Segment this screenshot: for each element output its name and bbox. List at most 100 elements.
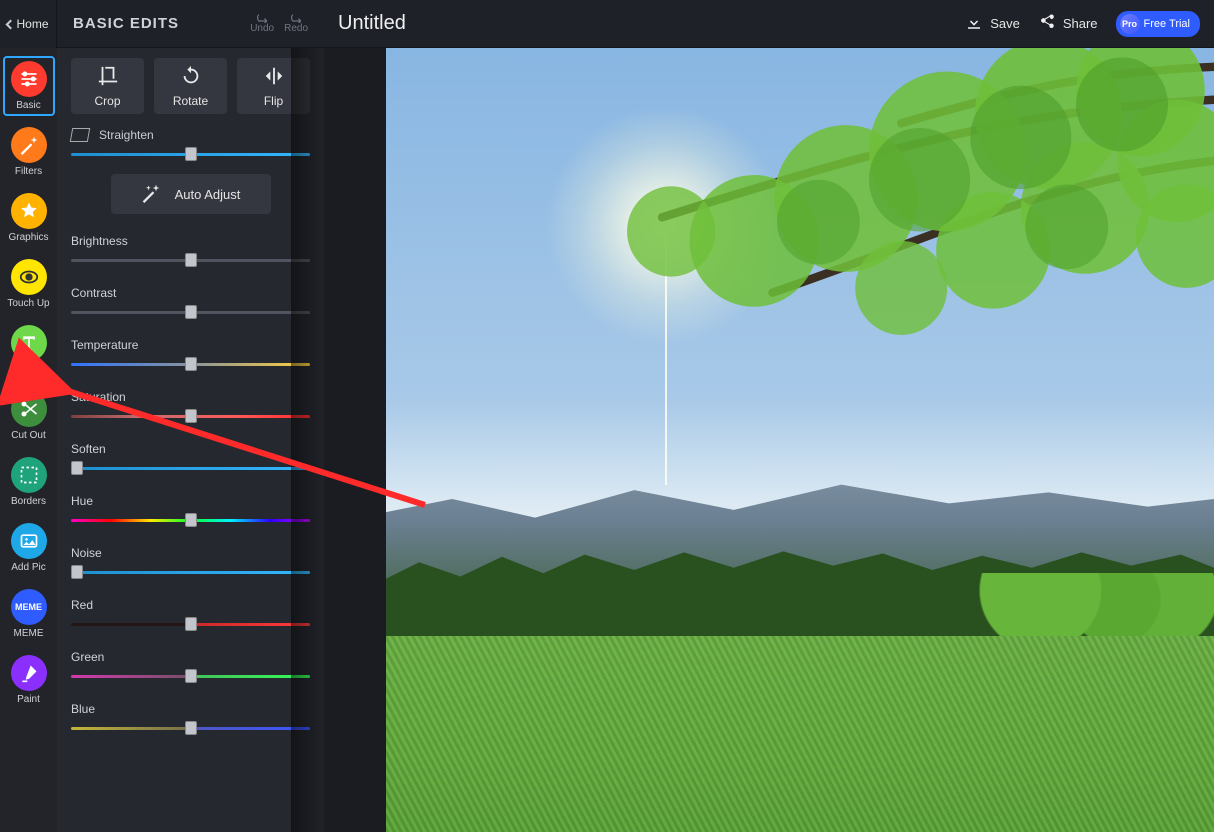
- crop-label: Crop: [94, 94, 120, 108]
- rail-item-cutout[interactable]: Cut Out: [3, 386, 55, 446]
- pro-badge-icon: Pro: [1120, 14, 1140, 34]
- rail-item-basic[interactable]: Basic: [3, 56, 55, 116]
- rotate-button[interactable]: Rotate: [154, 58, 227, 114]
- rail-item-paint[interactable]: Paint: [3, 650, 55, 710]
- slider-hue[interactable]: [71, 514, 310, 526]
- borders-icon: [11, 457, 47, 493]
- pro-pill[interactable]: Pro Free Trial: [1116, 11, 1200, 37]
- auto-adjust-button[interactable]: Auto Adjust: [111, 174, 271, 214]
- home-button[interactable]: Home: [0, 0, 57, 48]
- auto-adjust-label: Auto Adjust: [175, 187, 241, 202]
- rail-label: Borders: [11, 496, 46, 507]
- chevron-left-icon: [6, 19, 16, 29]
- text-icon: [11, 325, 47, 361]
- slider-thumb[interactable]: [185, 147, 197, 161]
- paint-icon: [11, 655, 47, 691]
- slider-green[interactable]: [71, 670, 310, 682]
- slider-label-noise: Noise: [71, 546, 310, 560]
- slider-label-saturation: Saturation: [71, 390, 310, 404]
- touchup-icon: [11, 259, 47, 295]
- slider-blue[interactable]: [71, 722, 310, 734]
- rail-label: Basic: [16, 100, 40, 111]
- canvas-topbar: Untitled Save Share Pro Free Trial: [324, 0, 1214, 48]
- undo-label: Undo: [250, 23, 274, 34]
- slider-label-blue: Blue: [71, 702, 310, 716]
- canvas-image: [386, 48, 1214, 832]
- panel-title: BASIC EDITS: [73, 15, 250, 32]
- rail-label: Add Pic: [11, 562, 45, 573]
- slider-label-red: Red: [71, 598, 310, 612]
- redo-icon: [288, 13, 304, 23]
- slider-thumb[interactable]: [185, 305, 197, 319]
- slider-contrast[interactable]: [71, 306, 310, 318]
- rail-item-text[interactable]: Text: [3, 320, 55, 380]
- slider-thumb[interactable]: [185, 513, 197, 527]
- slider-thumb[interactable]: [185, 357, 197, 371]
- rail-label: Paint: [17, 694, 40, 705]
- slider-straighten[interactable]: [71, 148, 310, 160]
- slider-temperature[interactable]: [71, 358, 310, 370]
- slider-thumb[interactable]: [71, 461, 83, 475]
- rail-label: MEME: [14, 628, 44, 639]
- slider-label-hue: Hue: [71, 494, 310, 508]
- slider-thumb[interactable]: [71, 565, 83, 579]
- crop-button[interactable]: Crop: [71, 58, 144, 114]
- basic-icon: [11, 61, 47, 97]
- rail-item-graphics[interactable]: Graphics: [3, 188, 55, 248]
- redo-label: Redo: [284, 23, 308, 34]
- slider-thumb[interactable]: [185, 721, 197, 735]
- slider-thumb[interactable]: [185, 669, 197, 683]
- save-button[interactable]: Save: [965, 13, 1020, 34]
- redo-button[interactable]: Redo: [284, 13, 308, 34]
- flip-button[interactable]: Flip: [237, 58, 310, 114]
- slider-thumb[interactable]: [185, 409, 197, 423]
- panel-header: BASIC EDITS Undo Redo: [57, 0, 324, 48]
- undo-button[interactable]: Undo: [250, 13, 274, 34]
- straighten-label: Straighten: [99, 128, 154, 142]
- rail-item-addpic[interactable]: Add Pic: [3, 518, 55, 578]
- home-label: Home: [16, 17, 48, 31]
- crop-icon: [97, 65, 119, 90]
- rail-item-filters[interactable]: Filters: [3, 122, 55, 182]
- edit-panel: Crop Rotate Flip Straighten Auto Adjust: [57, 48, 324, 832]
- rotate-icon: [180, 65, 202, 90]
- rail-item-meme[interactable]: MEME MEME: [3, 584, 55, 644]
- slider-label-soften: Soften: [71, 442, 310, 456]
- slider-thumb[interactable]: [185, 617, 197, 631]
- slider-brightness[interactable]: [71, 254, 310, 266]
- rail-item-borders[interactable]: Borders: [3, 452, 55, 512]
- document-title[interactable]: Untitled: [338, 12, 406, 35]
- rail-item-touchup[interactable]: Touch Up: [3, 254, 55, 314]
- rotate-label: Rotate: [173, 94, 208, 108]
- straighten-icon: [70, 128, 90, 142]
- download-icon: [965, 13, 983, 34]
- slider-thumb[interactable]: [185, 253, 197, 267]
- rail-label: Graphics: [8, 232, 48, 243]
- slider-label-temperature: Temperature: [71, 338, 310, 352]
- slider-label-brightness: Brightness: [71, 234, 310, 248]
- flip-icon: [263, 65, 285, 90]
- meme-icon: MEME: [11, 589, 47, 625]
- flip-label: Flip: [264, 94, 283, 108]
- slider-red[interactable]: [71, 618, 310, 630]
- slider-label-contrast: Contrast: [71, 286, 310, 300]
- share-label: Share: [1063, 16, 1098, 31]
- rail-label: Text: [19, 364, 37, 375]
- canvas-area[interactable]: [324, 48, 1214, 832]
- save-label: Save: [990, 16, 1020, 31]
- rail-label: Cut Out: [11, 430, 45, 441]
- slider-soften[interactable]: [71, 462, 310, 474]
- slider-noise[interactable]: [71, 566, 310, 578]
- wand-icon: [141, 183, 161, 206]
- cutout-icon: [11, 391, 47, 427]
- share-icon: [1038, 13, 1056, 34]
- addpic-icon: [11, 523, 47, 559]
- slider-saturation[interactable]: [71, 410, 310, 422]
- pro-text: Free Trial: [1144, 18, 1190, 30]
- undo-icon: [254, 13, 270, 23]
- slider-label-green: Green: [71, 650, 310, 664]
- tool-rail: Basic Filters Graphics Touch Up Text Cut Out B…: [0, 48, 57, 832]
- rail-label: Filters: [15, 166, 42, 177]
- graphics-icon: [11, 193, 47, 229]
- share-button[interactable]: Share: [1038, 13, 1098, 34]
